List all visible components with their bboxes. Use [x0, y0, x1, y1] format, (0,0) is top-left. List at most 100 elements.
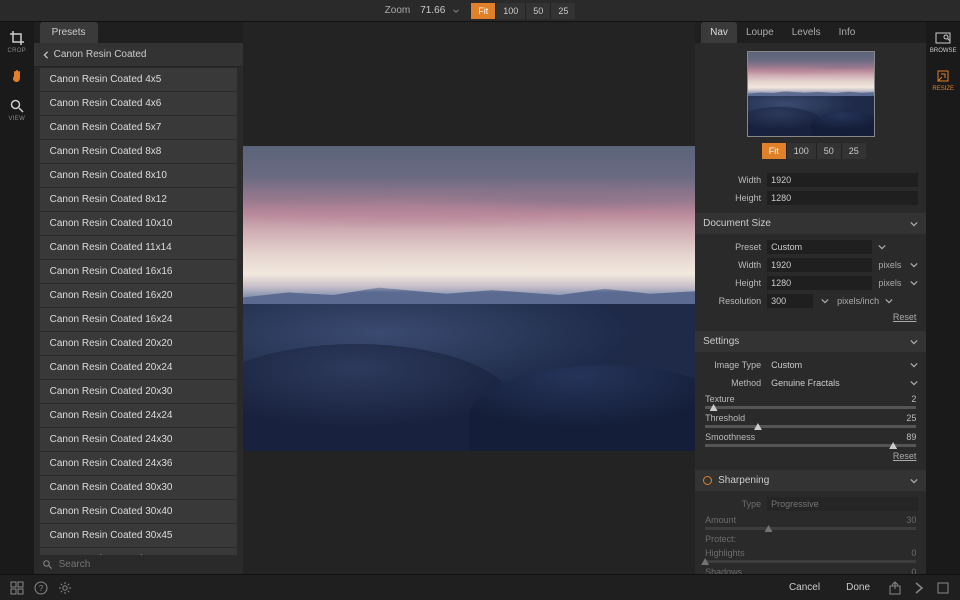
grid-icon[interactable] — [10, 581, 24, 595]
crop-icon — [9, 30, 25, 46]
preset-item[interactable]: Canon Resin Coated 20x20 — [40, 332, 238, 355]
sharpening-toggle-icon[interactable] — [703, 476, 712, 485]
resolution-field[interactable]: 300 — [767, 294, 813, 308]
chevron-left-icon — [42, 51, 50, 59]
doc-height-unit[interactable]: pixels — [878, 278, 918, 288]
preset-dropdown[interactable]: Custom — [767, 240, 872, 254]
threshold-slider[interactable]: Threshold25 — [695, 411, 926, 430]
preset-item[interactable]: Canon Resin Coated 8x8 — [40, 140, 238, 163]
resolution-label: Resolution — [703, 296, 761, 306]
browse-label: BROWSE — [930, 48, 957, 54]
preset-item[interactable]: Canon Resin Coated 20x24 — [40, 356, 238, 379]
threshold-label: Threshold — [705, 413, 745, 423]
view-tool[interactable]: VIEW — [9, 98, 26, 122]
right-scroll-area[interactable]: Width 1920 Height 1280 Document Size Pre… — [695, 167, 926, 574]
zoom-fit-button[interactable]: Fit — [471, 3, 495, 19]
nav-zoom-fit[interactable]: Fit — [762, 143, 786, 159]
share-icon[interactable] — [888, 581, 902, 595]
chevron-down-icon[interactable] — [453, 8, 459, 14]
canvas-area[interactable] — [243, 22, 695, 574]
preset-item[interactable]: Canon Resin Coated 30x45 — [40, 524, 238, 547]
preset-item[interactable]: Canon Resin Coated 16x24 — [40, 308, 238, 331]
tab-loupe[interactable]: Loupe — [737, 22, 783, 43]
doc-size-reset[interactable]: Reset — [893, 312, 917, 322]
nav-zoom-25[interactable]: 25 — [841, 143, 866, 159]
pixel-width-field[interactable]: 1920 — [767, 173, 918, 187]
shadows-slider[interactable]: Shadows0 — [695, 565, 926, 574]
sharpening-title: Sharpening — [718, 475, 769, 486]
nav-zoom-50[interactable]: 50 — [816, 143, 841, 159]
nav-zoom-100[interactable]: 100 — [786, 143, 816, 159]
settings-header[interactable]: Settings — [695, 331, 926, 352]
amount-slider[interactable]: Amount30 — [695, 513, 926, 532]
image-type-dropdown[interactable]: Custom — [767, 358, 904, 372]
chevron-down-icon[interactable] — [878, 243, 886, 251]
smoothness-slider[interactable]: Smoothness89 — [695, 430, 926, 449]
pixel-height-field[interactable]: 1280 — [767, 191, 918, 205]
preset-item[interactable]: Canon Resin Coated 4x5 — [40, 68, 238, 91]
highlights-value: 0 — [911, 548, 916, 558]
chevron-down-icon[interactable] — [910, 379, 918, 387]
chevron-down-icon[interactable] — [910, 361, 918, 369]
preset-item[interactable]: Canon Resin Coated 16x20 — [40, 284, 238, 307]
preset-item[interactable]: Canon Resin Coated 40x40 — [40, 548, 238, 555]
zoom-50-button[interactable]: 50 — [525, 3, 550, 19]
doc-width-field[interactable]: 1920 — [767, 258, 872, 272]
preset-item[interactable]: Canon Resin Coated 5x7 — [40, 116, 238, 139]
preset-item[interactable]: Canon Resin Coated 8x12 — [40, 188, 238, 211]
preset-search-input[interactable] — [59, 559, 236, 570]
tab-levels[interactable]: Levels — [783, 22, 830, 43]
preset-item[interactable]: Canon Resin Coated 30x30 — [40, 476, 238, 499]
zoom-value[interactable]: 71.66 — [420, 5, 445, 16]
document-size-header[interactable]: Document Size — [695, 213, 926, 234]
doc-width-unit[interactable]: pixels — [878, 260, 918, 270]
preset-item[interactable]: Canon Resin Coated 11x14 — [40, 236, 238, 259]
pan-tool[interactable] — [9, 68, 25, 84]
zoom-label: Zoom — [385, 5, 411, 16]
tab-info[interactable]: Info — [830, 22, 865, 43]
chevron-down-icon[interactable] — [821, 297, 829, 305]
zoom-25-button[interactable]: 25 — [550, 3, 575, 19]
resize-tool[interactable]: RESIZE — [932, 68, 954, 92]
search-icon — [42, 559, 53, 570]
presets-panel: Presets Canon Resin Coated Canon Resin C… — [34, 22, 244, 574]
preset-item[interactable]: Canon Resin Coated 16x16 — [40, 260, 238, 283]
tab-nav[interactable]: Nav — [701, 22, 737, 43]
image-canvas — [243, 146, 695, 451]
preset-item[interactable]: Canon Resin Coated 24x24 — [40, 404, 238, 427]
preset-item[interactable]: Canon Resin Coated 24x36 — [40, 452, 238, 475]
doc-height-field[interactable]: 1280 — [767, 276, 872, 290]
preset-item[interactable]: Canon Resin Coated 10x10 — [40, 212, 238, 235]
preset-item[interactable]: Canon Resin Coated 24x30 — [40, 428, 238, 451]
sharpen-type-dropdown[interactable]: Progressive — [767, 497, 918, 511]
amount-value: 30 — [906, 515, 916, 525]
preset-category-header[interactable]: Canon Resin Coated — [34, 43, 244, 67]
fullscreen-icon[interactable] — [936, 581, 950, 595]
help-icon[interactable]: ? — [34, 581, 48, 595]
preset-item[interactable]: Canon Resin Coated 20x30 — [40, 380, 238, 403]
sharpen-type-label: Type — [703, 499, 761, 509]
sharpening-header[interactable]: Sharpening — [695, 470, 926, 491]
preset-list[interactable]: Canon Resin Coated 4x5Canon Resin Coated… — [34, 67, 244, 555]
method-dropdown[interactable]: Genuine Fractals — [767, 376, 904, 390]
resolution-unit[interactable]: pixels/inch — [837, 296, 893, 306]
browse-tool[interactable]: BROWSE — [930, 30, 957, 54]
settings-reset[interactable]: Reset — [893, 451, 917, 461]
zoom-100-button[interactable]: 100 — [495, 3, 525, 19]
preset-search-row — [34, 555, 244, 574]
pixel-width-label: Width — [703, 175, 761, 185]
preset-item[interactable]: Canon Resin Coated 8x10 — [40, 164, 238, 187]
navigator-thumbnail[interactable] — [747, 51, 875, 137]
right-tabs: Nav Loupe Levels Info — [695, 22, 926, 43]
crop-tool[interactable]: CROP — [8, 30, 27, 54]
gear-icon[interactable] — [58, 581, 72, 595]
highlights-slider[interactable]: Highlights0 — [695, 546, 926, 565]
preset-item[interactable]: Canon Resin Coated 30x40 — [40, 500, 238, 523]
cancel-button[interactable]: Cancel — [781, 579, 828, 596]
next-icon[interactable] — [912, 581, 926, 595]
texture-slider[interactable]: Texture2 — [695, 392, 926, 411]
document-size-body: Preset Custom Width 1920 pixels Height 1… — [695, 234, 926, 329]
done-button[interactable]: Done — [838, 579, 878, 596]
presets-tab[interactable]: Presets — [40, 22, 98, 43]
preset-item[interactable]: Canon Resin Coated 4x6 — [40, 92, 238, 115]
